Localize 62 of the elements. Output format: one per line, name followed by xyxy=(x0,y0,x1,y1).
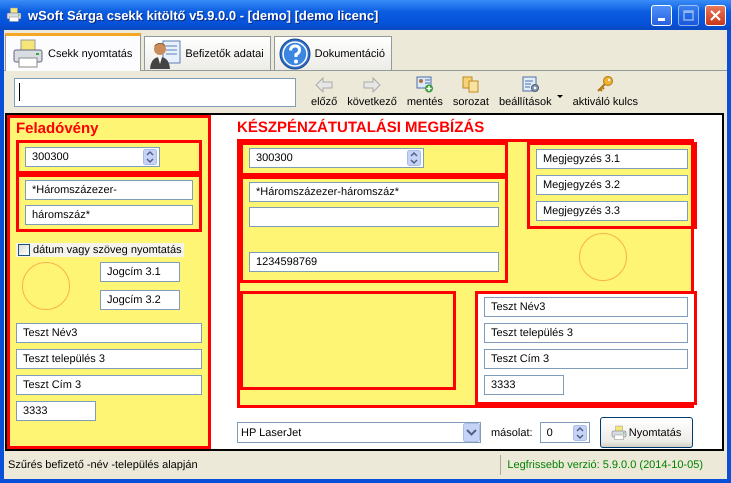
toolbar-button[interactable]: előző xyxy=(307,74,342,110)
address-field[interactable]: Teszt település 3 xyxy=(16,349,202,369)
tab[interactable]: Dokumentáció xyxy=(274,36,392,70)
card-add-icon xyxy=(416,76,434,93)
close-icon xyxy=(710,10,721,20)
address-field[interactable]: Teszt Név3 xyxy=(16,323,202,343)
amount-field[interactable]: 300300 xyxy=(249,148,424,168)
postal-code-field[interactable]: 3333 xyxy=(16,401,96,421)
key-icon xyxy=(596,76,614,93)
account-field[interactable]: 1234598769 xyxy=(249,252,499,272)
address-field[interactable]: Teszt Név3 xyxy=(484,297,688,317)
status-text: Szűrés befizető -név -település alapján xyxy=(8,459,199,471)
toolbar-button[interactable]: sorozat xyxy=(448,74,493,110)
stamp-circle xyxy=(578,233,626,281)
search-field[interactable] xyxy=(14,78,296,106)
minimize-icon xyxy=(658,18,665,20)
toolbar-button[interactable]: következő xyxy=(343,74,401,110)
stamp-circle xyxy=(22,262,70,310)
note-field[interactable]: Megjegyzés 3.1 xyxy=(536,149,688,169)
input-field[interactable] xyxy=(249,207,499,227)
maximize-button[interactable] xyxy=(678,4,699,26)
amount-words-field[interactable]: *Háromszázezer-háromszáz* xyxy=(249,182,499,202)
amount-words-field[interactable]: háromszáz* xyxy=(25,205,193,225)
form-title: KÉSZPÉNZÁTUTALÁSI MEGBÍZÁS xyxy=(237,119,486,136)
note-field[interactable]: Megjegyzés 3.3 xyxy=(536,201,688,221)
print-button[interactable]: Nyomtatás xyxy=(600,417,693,448)
close-button[interactable] xyxy=(705,4,726,26)
date-checkbox[interactable]: dátum vagy szöveg nyomtatás xyxy=(16,243,184,257)
address-field[interactable]: Teszt Cím 3 xyxy=(484,349,688,369)
tab[interactable]: Befizetők adatai xyxy=(144,36,271,70)
copies-label: másolat: xyxy=(491,426,533,438)
spin-buttons[interactable] xyxy=(572,424,587,440)
person-icon xyxy=(149,38,182,70)
address-field[interactable]: Teszt település 3 xyxy=(484,323,688,343)
postal-code-field[interactable]: 3333 xyxy=(484,375,564,395)
amount-words-field[interactable]: *Háromszázezer- xyxy=(25,180,193,200)
reason-field[interactable]: Jogcím 3.1 xyxy=(100,262,180,282)
printer-icon xyxy=(610,424,627,440)
version-text: Legfrissebb verzió: 5.9.0.0 (2014-10-05) xyxy=(500,455,703,475)
section-title: Feladóvény xyxy=(16,120,100,137)
help-icon xyxy=(278,38,311,70)
settings-icon xyxy=(522,76,540,93)
right-arrow-icon xyxy=(363,76,382,92)
printer-icon xyxy=(6,7,22,23)
toolbar-button[interactable]: mentés xyxy=(402,74,447,110)
note-field[interactable]: Megjegyzés 3.2 xyxy=(536,175,688,195)
left-arrow-icon xyxy=(315,76,334,92)
reason-field[interactable]: Jogcím 3.2 xyxy=(100,290,180,310)
window-title: wSoft Sárga csekk kitöltő v5.9.0.0 - [demo] [demo licenc] xyxy=(28,8,380,22)
tab[interactable]: Csekk nyomtatás xyxy=(5,33,142,71)
address-field[interactable]: Teszt Cím 3 xyxy=(16,375,202,395)
minimize-button[interactable] xyxy=(651,4,672,26)
copies-field[interactable]: 0 xyxy=(540,422,590,443)
printer-icon xyxy=(12,38,44,70)
copy-icon xyxy=(462,76,480,93)
toolbar-button[interactable]: aktiváló kulcs xyxy=(568,74,642,110)
maximize-icon xyxy=(683,10,694,20)
spin-buttons[interactable] xyxy=(407,150,421,166)
toolbar-button[interactable]: beállítások xyxy=(494,74,567,110)
amount-field[interactable]: 300300 xyxy=(25,147,160,167)
printer-select[interactable]: HP LaserJet xyxy=(237,422,481,443)
spin-buttons[interactable] xyxy=(143,149,157,165)
